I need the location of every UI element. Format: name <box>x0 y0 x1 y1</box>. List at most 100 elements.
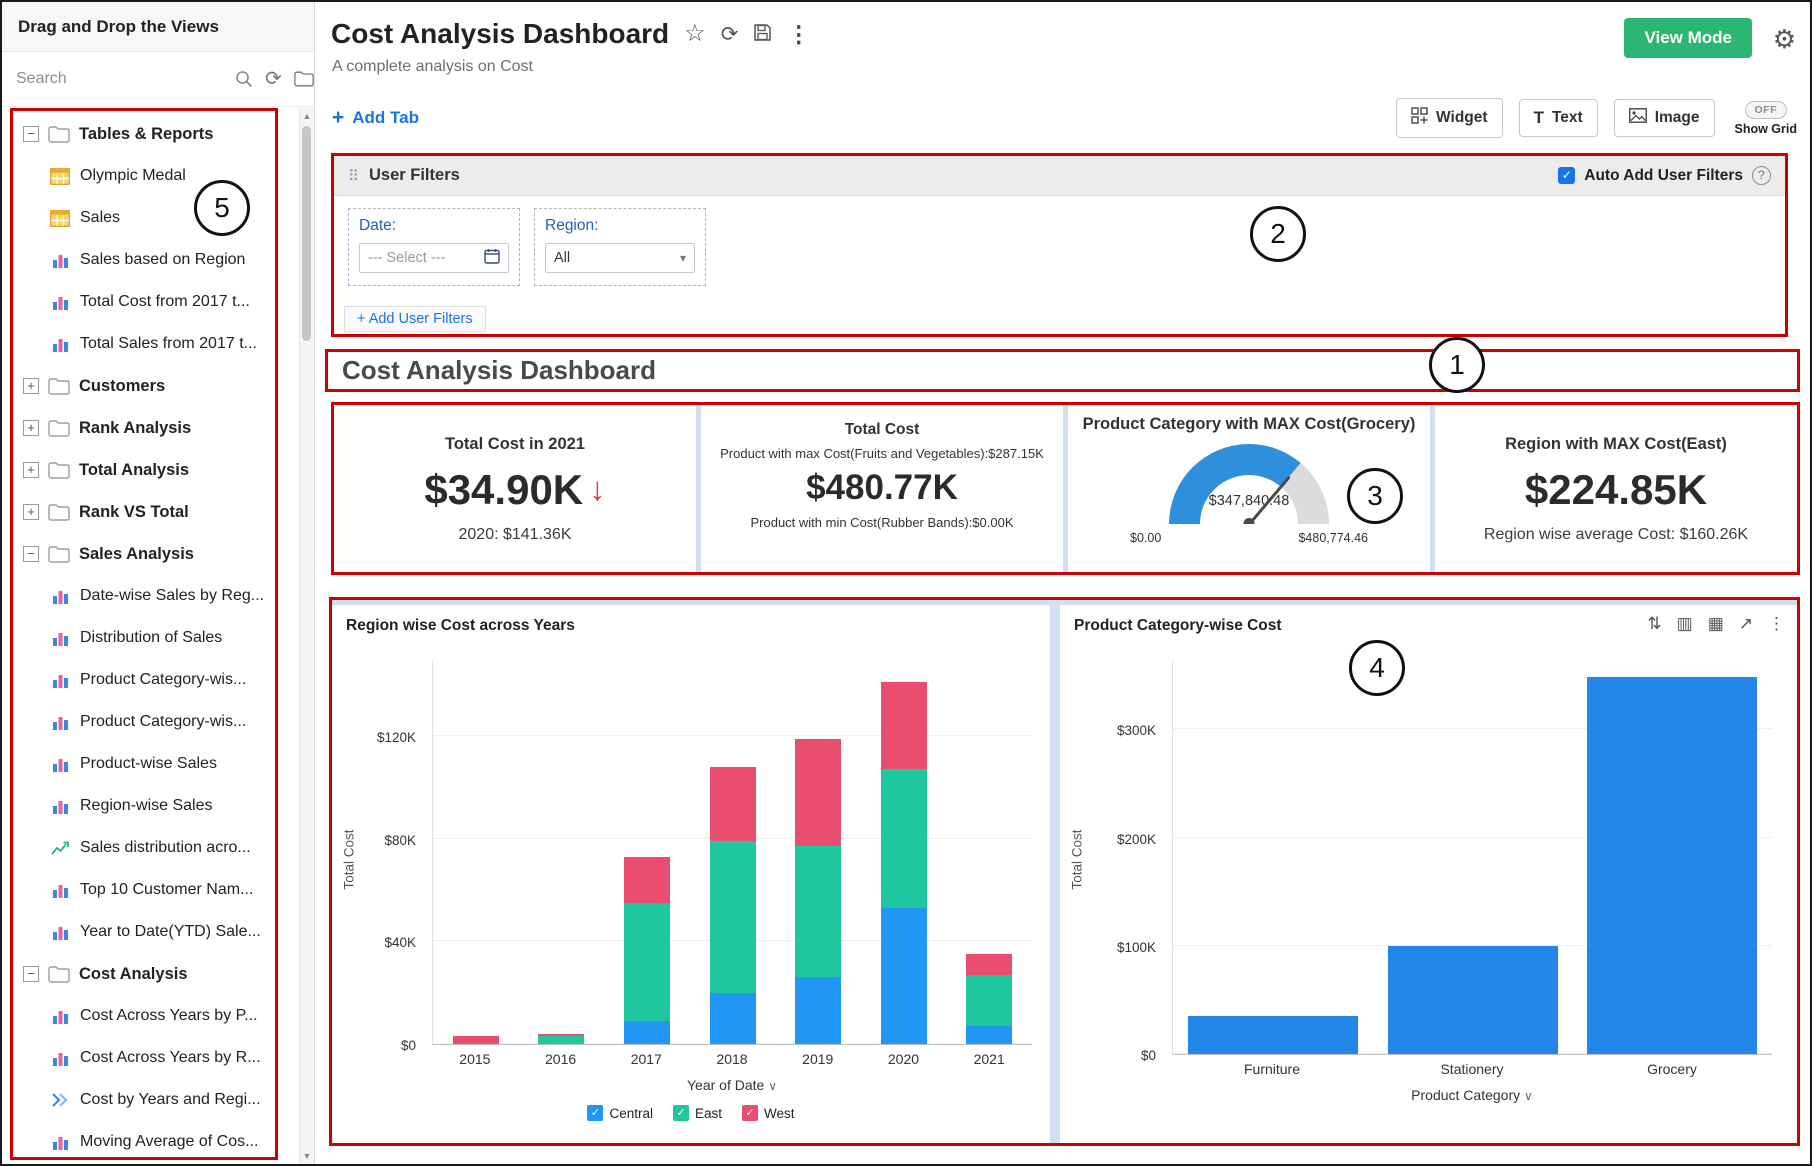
collapse-icon[interactable]: − <box>23 546 39 562</box>
tree-item-product-wise-sales[interactable]: Product-wise Sales <box>13 743 275 785</box>
legend-checkbox-west[interactable]: ✓ <box>742 1105 758 1121</box>
tree-item-cost-across-years-by-r[interactable]: Cost Across Years by R... <box>13 1037 275 1079</box>
chart-product-category-cost[interactable]: Product Category-wise Cost ⇅▥▦↗⋮ Total C… <box>1060 605 1797 1143</box>
kpi-card-total-cost-2021[interactable]: Total Cost in 2021 $34.90K↓ 2020: $141.3… <box>334 405 696 572</box>
bar-segment-west-2015[interactable] <box>453 1036 499 1044</box>
bar-segment-west-2021[interactable] <box>966 954 1012 975</box>
bar-segment-east-2016[interactable] <box>538 1036 584 1044</box>
bar-segment-central-2020[interactable] <box>881 908 927 1044</box>
legend-checkbox-east[interactable]: ✓ <box>673 1105 689 1121</box>
tree-item-distribution-of-sales[interactable]: Distribution of Sales <box>13 617 275 659</box>
bar-segment-central-2019[interactable] <box>795 977 841 1044</box>
stacked-bar-2019[interactable] <box>795 739 841 1044</box>
stacked-bar-2020[interactable] <box>881 682 927 1044</box>
bar-segment-east-2019[interactable] <box>795 846 841 977</box>
legend-item-west[interactable]: ✓West <box>742 1105 795 1121</box>
tree-item-total-cost-from-2017-t[interactable]: Total Cost from 2017 t... <box>13 281 275 323</box>
region-select[interactable]: All ▾ <box>545 243 695 273</box>
settings-gear-icon[interactable]: ⚙ <box>1773 24 1796 55</box>
legend-checkbox-central[interactable]: ✓ <box>587 1105 603 1121</box>
legend-item-east[interactable]: ✓East <box>673 1105 722 1121</box>
column-chart-icon[interactable]: ▥ <box>1677 615 1693 632</box>
bar-grocery[interactable] <box>1587 677 1757 1054</box>
calendar-icon[interactable] <box>484 248 500 269</box>
kpi-card-total-cost[interactable]: Total Cost Product with max Cost(Fruits … <box>701 405 1063 572</box>
tree-item-cost-by-years-and-regi[interactable]: Cost by Years and Regi... <box>13 1079 275 1121</box>
image-button[interactable]: Image <box>1614 99 1715 137</box>
expand-icon[interactable]: + <box>23 462 39 478</box>
search-icon[interactable] <box>235 70 253 88</box>
view-mode-button[interactable]: View Mode <box>1624 18 1752 58</box>
bar-segment-west-2018[interactable] <box>710 767 756 841</box>
sort-icon[interactable]: ⇅ <box>1647 615 1661 632</box>
tree-item-year-to-date-ytd-sale[interactable]: Year to Date(YTD) Sale... <box>13 911 275 953</box>
bar-furniture[interactable] <box>1188 1016 1358 1054</box>
tree-item-cost-across-years-by-p[interactable]: Cost Across Years by P... <box>13 995 275 1037</box>
stacked-bar-2015[interactable] <box>453 1036 499 1044</box>
chart-region-wise-cost[interactable]: Region wise Cost across Years Total Cost… <box>332 605 1050 1143</box>
scroll-down-icon[interactable]: ▼ <box>300 1151 314 1161</box>
add-tab-button[interactable]: + Add Tab <box>332 106 419 130</box>
drag-handle-icon[interactable]: ⠿ <box>348 167 359 185</box>
bar-segment-west-2017[interactable] <box>624 857 670 903</box>
tree-item-total-sales-from-2017-t[interactable]: Total Sales from 2017 t... <box>13 323 275 365</box>
kpi-card-region-max-cost[interactable]: Region with MAX Cost(East) $224.85K Regi… <box>1435 405 1797 572</box>
tree-item-sales-based-on-region[interactable]: Sales based on Region <box>13 239 275 281</box>
collapse-icon[interactable]: − <box>23 966 39 982</box>
favorite-star-icon[interactable]: ☆ <box>684 22 706 46</box>
tree-item-sales-analysis[interactable]: −Sales Analysis <box>13 533 275 575</box>
add-user-filters-button[interactable]: + Add User Filters <box>344 306 486 332</box>
tree-item-product-category-wis[interactable]: Product Category-wis... <box>13 701 275 743</box>
bar-segment-central-2021[interactable] <box>966 1026 1012 1044</box>
tree-item-cost-analysis[interactable]: −Cost Analysis <box>13 953 275 995</box>
bar-segment-east-2020[interactable] <box>881 769 927 908</box>
x-axis-title[interactable]: Product Category ∨ <box>1172 1087 1772 1103</box>
stacked-bar-2021[interactable] <box>966 954 1012 1044</box>
expand-icon[interactable]: ↗ <box>1739 615 1753 632</box>
scrollbar-thumb[interactable] <box>302 126 311 341</box>
expand-icon[interactable]: + <box>23 378 39 394</box>
scroll-up-icon[interactable]: ▲ <box>300 111 314 121</box>
stacked-bar-2017[interactable] <box>624 857 670 1044</box>
tree-item-rank-vs-total[interactable]: +Rank VS Total <box>13 491 275 533</box>
tree-item-sales-distribution-acro[interactable]: Sales distribution acro... <box>13 827 275 869</box>
tree-item-top-10-customer-nam[interactable]: Top 10 Customer Nam... <box>13 869 275 911</box>
grid-state-badge[interactable]: OFF <box>1745 101 1788 119</box>
gauge-chart[interactable]: $347,840.48 <box>1169 444 1329 524</box>
legend-item-central[interactable]: ✓Central <box>587 1105 653 1121</box>
save-icon[interactable] <box>753 23 772 46</box>
bar-segment-west-2020[interactable] <box>881 682 927 769</box>
collapse-icon[interactable]: − <box>23 126 39 142</box>
stacked-bar-2018[interactable] <box>710 767 756 1044</box>
bar-segment-central-2018[interactable] <box>710 993 756 1044</box>
tree-item-moving-average-of-cos[interactable]: Moving Average of Cos... <box>13 1121 275 1160</box>
refresh-views-icon[interactable]: ⟳ <box>265 69 282 89</box>
tree-item-rank-analysis[interactable]: +Rank Analysis <box>13 407 275 449</box>
expand-icon[interactable]: + <box>23 420 39 436</box>
bar-segment-central-2017[interactable] <box>624 1021 670 1044</box>
folder-view-icon[interactable] <box>294 71 314 87</box>
tree-item-product-category-wis[interactable]: Product Category-wis... <box>13 659 275 701</box>
date-select[interactable]: --- Select --- <box>359 243 509 273</box>
widget-button[interactable]: Widget <box>1396 98 1503 138</box>
more-menu-icon[interactable]: ⋮ <box>787 23 810 46</box>
bar-segment-east-2021[interactable] <box>966 975 1012 1026</box>
show-grid-toggle[interactable]: OFF Show Grid <box>1735 101 1798 136</box>
bar-stationery[interactable] <box>1388 946 1558 1054</box>
refresh-icon[interactable]: ⟳ <box>721 24 739 45</box>
more-icon[interactable]: ⋮ <box>1768 615 1785 632</box>
tree-item-customers[interactable]: +Customers <box>13 365 275 407</box>
auto-add-checkbox[interactable]: ✓ <box>1558 167 1575 184</box>
tree-item-region-wise-sales[interactable]: Region-wise Sales <box>13 785 275 827</box>
expand-icon[interactable]: + <box>23 504 39 520</box>
bar-segment-east-2018[interactable] <box>710 841 756 992</box>
chart-settings-icon[interactable]: ▦ <box>1708 615 1724 632</box>
stacked-bar-2016[interactable] <box>538 1034 584 1044</box>
sidebar-scrollbar[interactable]: ▲ ▼ <box>299 108 314 1164</box>
text-button[interactable]: T Text <box>1519 99 1598 137</box>
help-icon[interactable]: ? <box>1752 166 1771 185</box>
search-input[interactable] <box>16 70 223 88</box>
tree-item-total-analysis[interactable]: +Total Analysis <box>13 449 275 491</box>
tree-item-tables-reports[interactable]: −Tables & Reports <box>13 113 275 155</box>
bar-segment-east-2017[interactable] <box>624 903 670 1021</box>
